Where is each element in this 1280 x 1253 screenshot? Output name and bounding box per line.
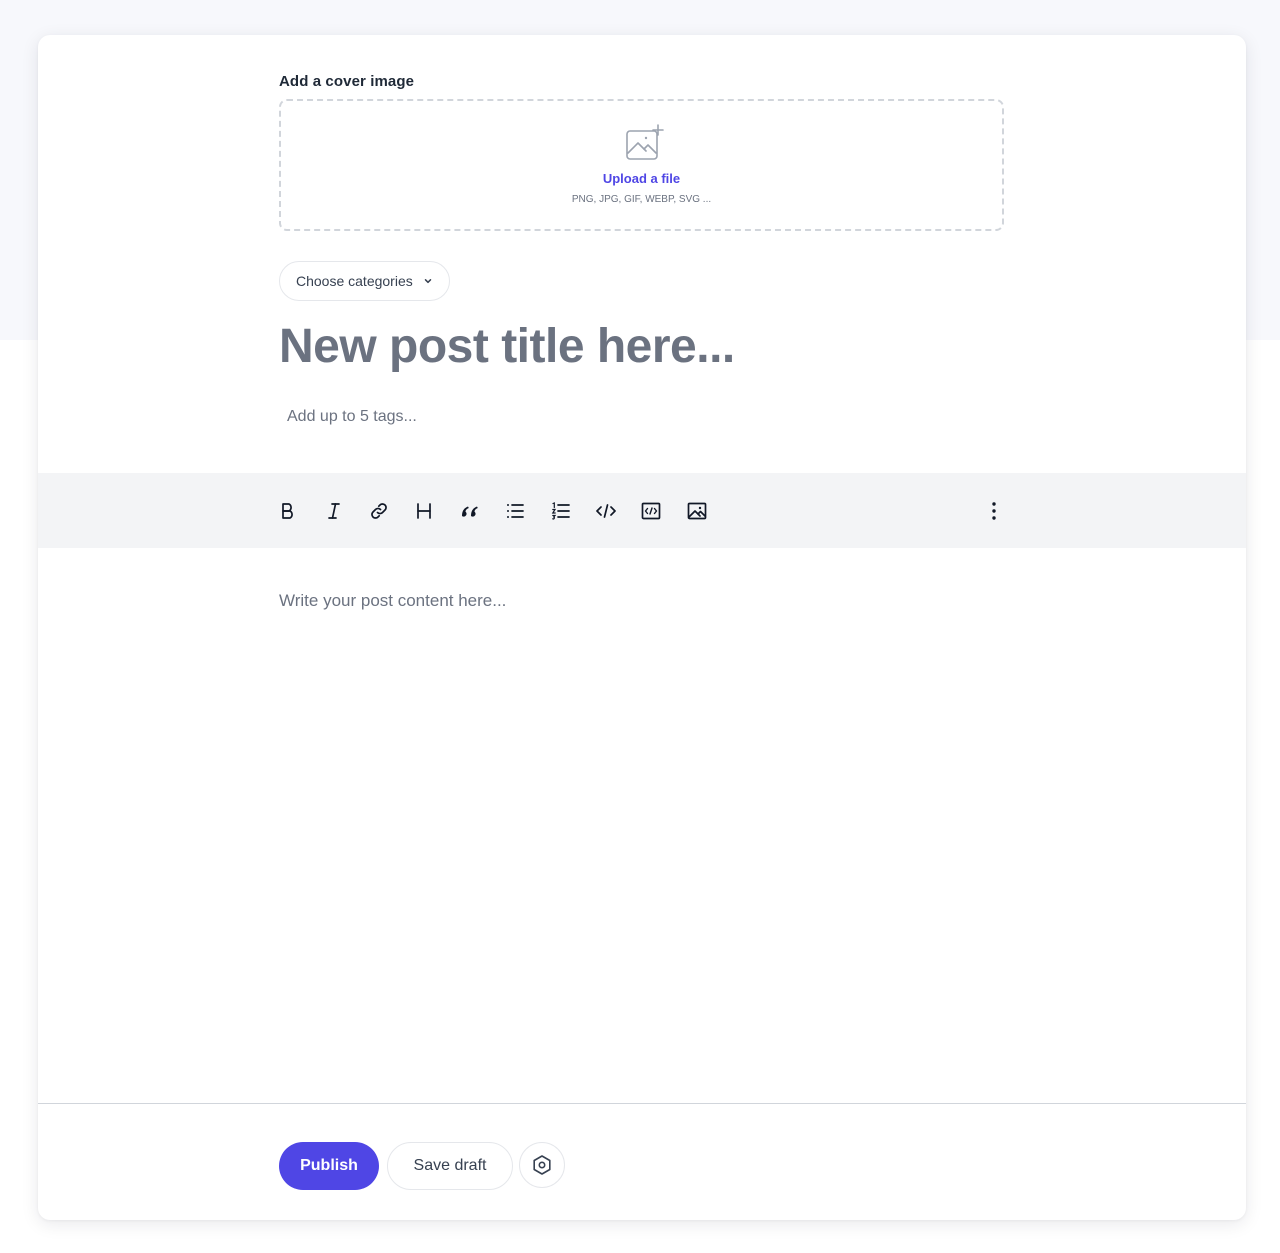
- choose-categories-label: Choose categories: [296, 273, 413, 289]
- numbered-list-icon: [551, 502, 570, 520]
- bold-icon: [282, 503, 293, 519]
- italic-button[interactable]: [320, 497, 348, 525]
- footer-divider: [38, 1103, 1246, 1104]
- post-settings-button[interactable]: [519, 1142, 565, 1188]
- code-button[interactable]: [592, 497, 620, 525]
- upload-file-types-hint: PNG, JPG, GIF, WEBP, SVG ...: [571, 194, 712, 205]
- chevron-down-icon: [424, 279, 431, 284]
- heading-button[interactable]: [410, 497, 438, 525]
- code-block-button[interactable]: [637, 497, 665, 525]
- code-block-icon: [641, 502, 661, 520]
- publish-button[interactable]: Publish: [279, 1142, 379, 1190]
- cover-image-label: Add a cover image: [279, 73, 415, 90]
- cover-image-dropzone[interactable]: Upload a file PNG, JPG, GIF, WEBP, SVG .…: [279, 99, 1004, 231]
- tags-input[interactable]: Add up to 5 tags...: [287, 408, 417, 426]
- choose-categories-dropdown[interactable]: Choose categories: [279, 261, 450, 301]
- quote-button[interactable]: [456, 497, 484, 525]
- post-content-editor[interactable]: Write your post content here...: [279, 591, 506, 611]
- image-button[interactable]: [683, 497, 711, 525]
- more-options-button[interactable]: [980, 497, 1008, 525]
- heading-icon: [417, 503, 431, 519]
- more-options-icon: [992, 502, 996, 520]
- bold-button[interactable]: [274, 497, 302, 525]
- save-draft-button[interactable]: Save draft: [387, 1142, 513, 1190]
- link-icon: [371, 503, 387, 519]
- numbered-list-button[interactable]: [547, 497, 575, 525]
- settings-hexagon-icon: [533, 1155, 551, 1175]
- post-editor-card: Add a cover image Upload a file PNG, JPG…: [38, 35, 1246, 1220]
- formatting-toolbar: [38, 473, 1246, 548]
- code-icon: [596, 504, 616, 518]
- upload-file-link[interactable]: Upload a file: [281, 171, 1002, 186]
- add-image-icon: [626, 124, 664, 160]
- quote-icon: [462, 506, 478, 517]
- post-title-input[interactable]: New post title here...: [279, 319, 735, 374]
- bullet-list-icon: [507, 504, 524, 518]
- image-icon: [687, 502, 707, 520]
- italic-icon: [328, 503, 340, 519]
- bullet-list-button[interactable]: [501, 497, 529, 525]
- link-button[interactable]: [365, 497, 393, 525]
